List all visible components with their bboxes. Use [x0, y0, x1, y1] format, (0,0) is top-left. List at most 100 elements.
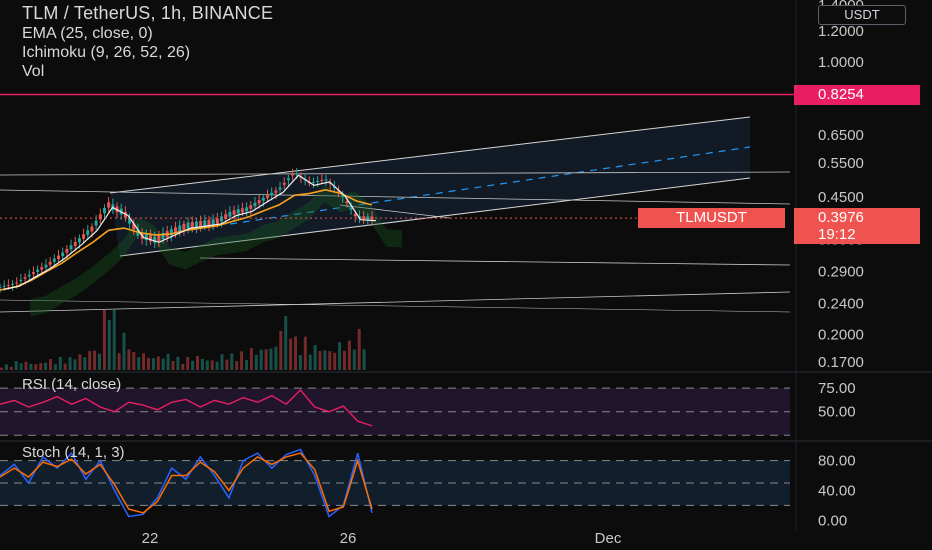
candle-body [90, 226, 94, 232]
candle-body [57, 255, 61, 259]
volume-bar [107, 319, 111, 370]
stoch-tick-label: 80.00 [818, 453, 856, 470]
volume-bar [191, 360, 195, 370]
chart-title[interactable]: TLM / TetherUS, 1h, BINANCE [22, 3, 273, 24]
volume-bar [294, 336, 297, 370]
volume-bar [132, 351, 136, 370]
candle-body [94, 220, 98, 226]
volume-bar [137, 357, 141, 370]
candle-body [77, 238, 81, 243]
candle-body [31, 272, 35, 275]
candle-body [270, 192, 274, 196]
candle-body [311, 181, 315, 183]
candle-body [228, 212, 232, 217]
volume-bar [19, 363, 23, 370]
candle-body [6, 284, 10, 286]
volume-bar [142, 353, 146, 370]
volume-bar [215, 361, 219, 370]
volume-bar [235, 361, 239, 370]
price-tick-label: 1.2000 [818, 23, 864, 40]
price-tick-label: 0.4500 [818, 189, 864, 206]
volume-bar [186, 357, 190, 370]
candle-body [324, 179, 328, 181]
candle-body [215, 218, 219, 224]
stoch-tick-label: 40.00 [818, 482, 856, 499]
volume-bar [274, 346, 278, 370]
candle-body [61, 252, 65, 257]
time-tick-label: Dec [595, 530, 622, 547]
volume-bar [58, 356, 62, 370]
volume-bar [279, 330, 283, 370]
candle-body [278, 187, 282, 190]
volume-bar [220, 354, 224, 370]
candle-body [27, 274, 31, 277]
volume-bar [102, 310, 106, 370]
candle-body [220, 216, 224, 222]
volume-bar [249, 348, 253, 370]
volume-bar [161, 358, 165, 370]
stoch-label[interactable]: Stoch (14, 1, 3) [22, 444, 125, 461]
candle-body [362, 216, 366, 219]
volume-bar [362, 349, 366, 370]
candle-body [245, 207, 249, 212]
volume-bar [151, 358, 155, 370]
volume-bar [166, 353, 170, 370]
volume-bar [245, 360, 248, 370]
volume-bar [73, 359, 77, 370]
volume-bar [230, 353, 234, 370]
candle-body [282, 182, 286, 185]
candle-body [82, 234, 86, 239]
time-tick-label: 26 [340, 530, 357, 547]
volume-bar [68, 357, 72, 370]
candle-body [73, 241, 77, 247]
candle-body [11, 283, 15, 285]
volume-bar [298, 355, 302, 370]
candle-body [23, 277, 27, 279]
volume-bar [63, 363, 67, 370]
candle-body [211, 219, 215, 225]
currency-button[interactable]: USDT [818, 5, 906, 25]
price-tick-label: 0.5500 [818, 155, 864, 172]
volume-bar [210, 360, 214, 370]
chart-legend: TLM / TetherUS, 1h, BINANCE EMA (25, clo… [22, 3, 273, 81]
ema-legend[interactable]: EMA (25, close, 0) [22, 24, 273, 43]
candle-body [157, 234, 161, 242]
rsi-label[interactable]: RSI (14, close) [22, 376, 121, 393]
price-tick-label: 0.2000 [818, 326, 864, 343]
candle-body [48, 261, 52, 265]
trend-line [199, 257, 791, 266]
volume-bar [181, 363, 185, 370]
candle-body [261, 197, 265, 201]
rsi-tick-label: 50.00 [818, 404, 856, 421]
volume-bar [313, 345, 317, 370]
ichimoku-legend[interactable]: Ichimoku (9, 26, 52, 26) [22, 43, 273, 62]
candle-body [240, 208, 244, 213]
volume-bar [323, 350, 327, 370]
vol-legend[interactable]: Vol [22, 62, 273, 81]
candle-body [2, 285, 6, 287]
horizontal-line-price-tag: 0.8254 [794, 85, 920, 105]
last-price: 0.3976 [818, 209, 864, 226]
volume-bar [200, 358, 204, 370]
volume-bar [83, 357, 87, 370]
volume-bar [0, 367, 3, 370]
volume-bar [303, 336, 307, 370]
candle-body [15, 282, 19, 284]
volume-bar [357, 328, 361, 370]
candle-body [266, 195, 270, 199]
candle-body [295, 173, 299, 175]
candle-body [182, 223, 186, 230]
volume-bar [93, 350, 97, 370]
volume-bar [171, 360, 175, 370]
candle-body [232, 210, 236, 215]
volume-bar [240, 351, 244, 370]
volume-bar [259, 349, 263, 370]
volume-bar [117, 353, 121, 370]
candle-body [199, 220, 203, 227]
candle-body [291, 174, 295, 176]
volume-bar [34, 364, 38, 370]
candle-body [186, 222, 190, 229]
chart-canvas[interactable]: 1.40001.20001.00000.65000.55000.45000.35… [0, 0, 932, 550]
volume-bar [78, 354, 82, 370]
candle-body [44, 264, 48, 268]
